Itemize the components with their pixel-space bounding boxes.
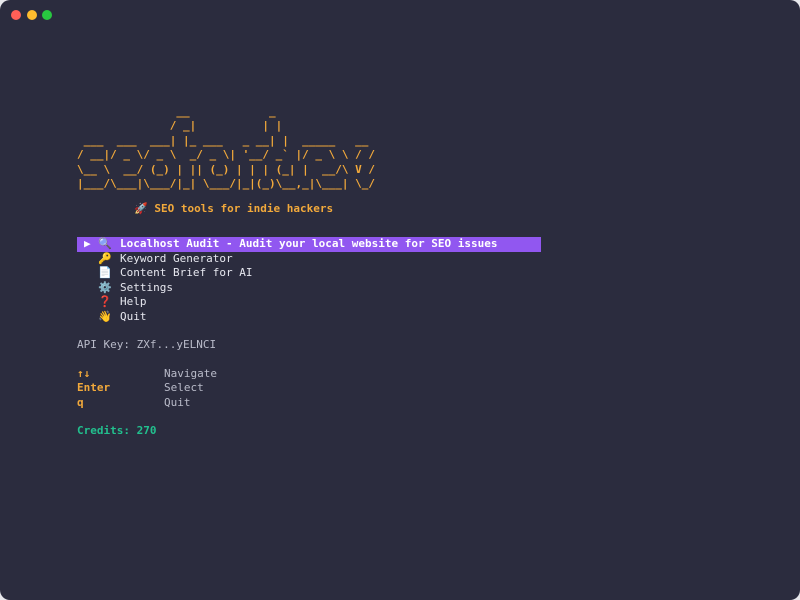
menu-item-label: Keyword Generator bbox=[120, 251, 233, 265]
keybinding-description: Quit bbox=[164, 395, 191, 409]
close-window-button[interactable] bbox=[11, 10, 21, 20]
credits-value: 270 bbox=[136, 424, 157, 438]
ascii-logo: __ _ / _| | | ___ ___ ___| |_ ___ _ __| … bbox=[77, 105, 376, 191]
menu-item-label: Content Brief for AI bbox=[120, 266, 253, 280]
keybinding-description: Navigate bbox=[164, 366, 217, 380]
maximize-window-button[interactable] bbox=[42, 10, 52, 20]
terminal-window: __ _ / _| | | ___ ___ ___| |_ ___ _ __| … bbox=[0, 0, 800, 600]
keybinding-row: ↑↓ Navigate bbox=[77, 367, 777, 382]
keybinding-key: q bbox=[77, 395, 84, 409]
api-key-label: API Key: bbox=[77, 338, 137, 352]
api-key-value: ZXf...yELNCI bbox=[136, 338, 217, 352]
minimize-window-button[interactable] bbox=[27, 10, 37, 20]
rocket-icon: 🚀 bbox=[134, 202, 148, 216]
selection-pointer-icon: ▶ bbox=[84, 237, 91, 251]
keybinding-help: ↑↓ Navigate Enter Select q Quit bbox=[77, 367, 777, 411]
keybinding-key: Enter bbox=[77, 381, 111, 395]
cli-content: __ _ / _| | | ___ ___ ___| |_ ___ _ __| … bbox=[77, 105, 777, 439]
tagline: 🚀 SEO tools for indie hackers bbox=[77, 201, 777, 217]
question-icon: ❓ bbox=[98, 295, 112, 309]
menu-item-label: Help bbox=[120, 295, 147, 309]
api-key-display: API Key: ZXf...yELNCI bbox=[77, 338, 777, 353]
menu-item-help[interactable]: ❓ Help bbox=[77, 295, 541, 310]
menu-item-keyword-generator[interactable]: 🔑 Keyword Generator bbox=[77, 252, 541, 267]
menu-item-localhost-audit[interactable]: ▶ 🔍 Localhost Audit - Audit your local web… bbox=[77, 237, 541, 252]
credits-display: Credits: 270 bbox=[77, 424, 777, 439]
menu-item-quit[interactable]: 👋 Quit bbox=[77, 310, 541, 325]
document-icon: 📄 bbox=[98, 266, 112, 280]
menu-item-settings[interactable]: ⚙️ Settings bbox=[77, 281, 541, 296]
menu-item-label: Localhost Audit - Audit your local websi… bbox=[120, 237, 498, 251]
gear-icon: ⚙️ bbox=[98, 280, 112, 294]
menu-item-label: Quit bbox=[120, 309, 147, 323]
menu-item-label: Settings bbox=[120, 280, 173, 294]
tagline-text: SEO tools for indie hackers bbox=[154, 202, 334, 216]
magnifier-icon: 🔍 bbox=[98, 237, 112, 251]
keybinding-row: q Quit bbox=[77, 396, 777, 411]
main-menu: ▶ 🔍 Localhost Audit - Audit your local web… bbox=[77, 237, 777, 324]
key-icon: 🔑 bbox=[98, 251, 112, 265]
keybinding-key: ↑↓ bbox=[77, 366, 91, 380]
menu-item-content-brief[interactable]: 📄 Content Brief for AI bbox=[77, 266, 541, 281]
keybinding-row: Enter Select bbox=[77, 381, 777, 396]
keybinding-description: Select bbox=[164, 381, 204, 395]
credits-label: Credits: bbox=[77, 424, 137, 438]
wave-icon: 👋 bbox=[98, 309, 112, 323]
title-bar bbox=[0, 0, 800, 30]
